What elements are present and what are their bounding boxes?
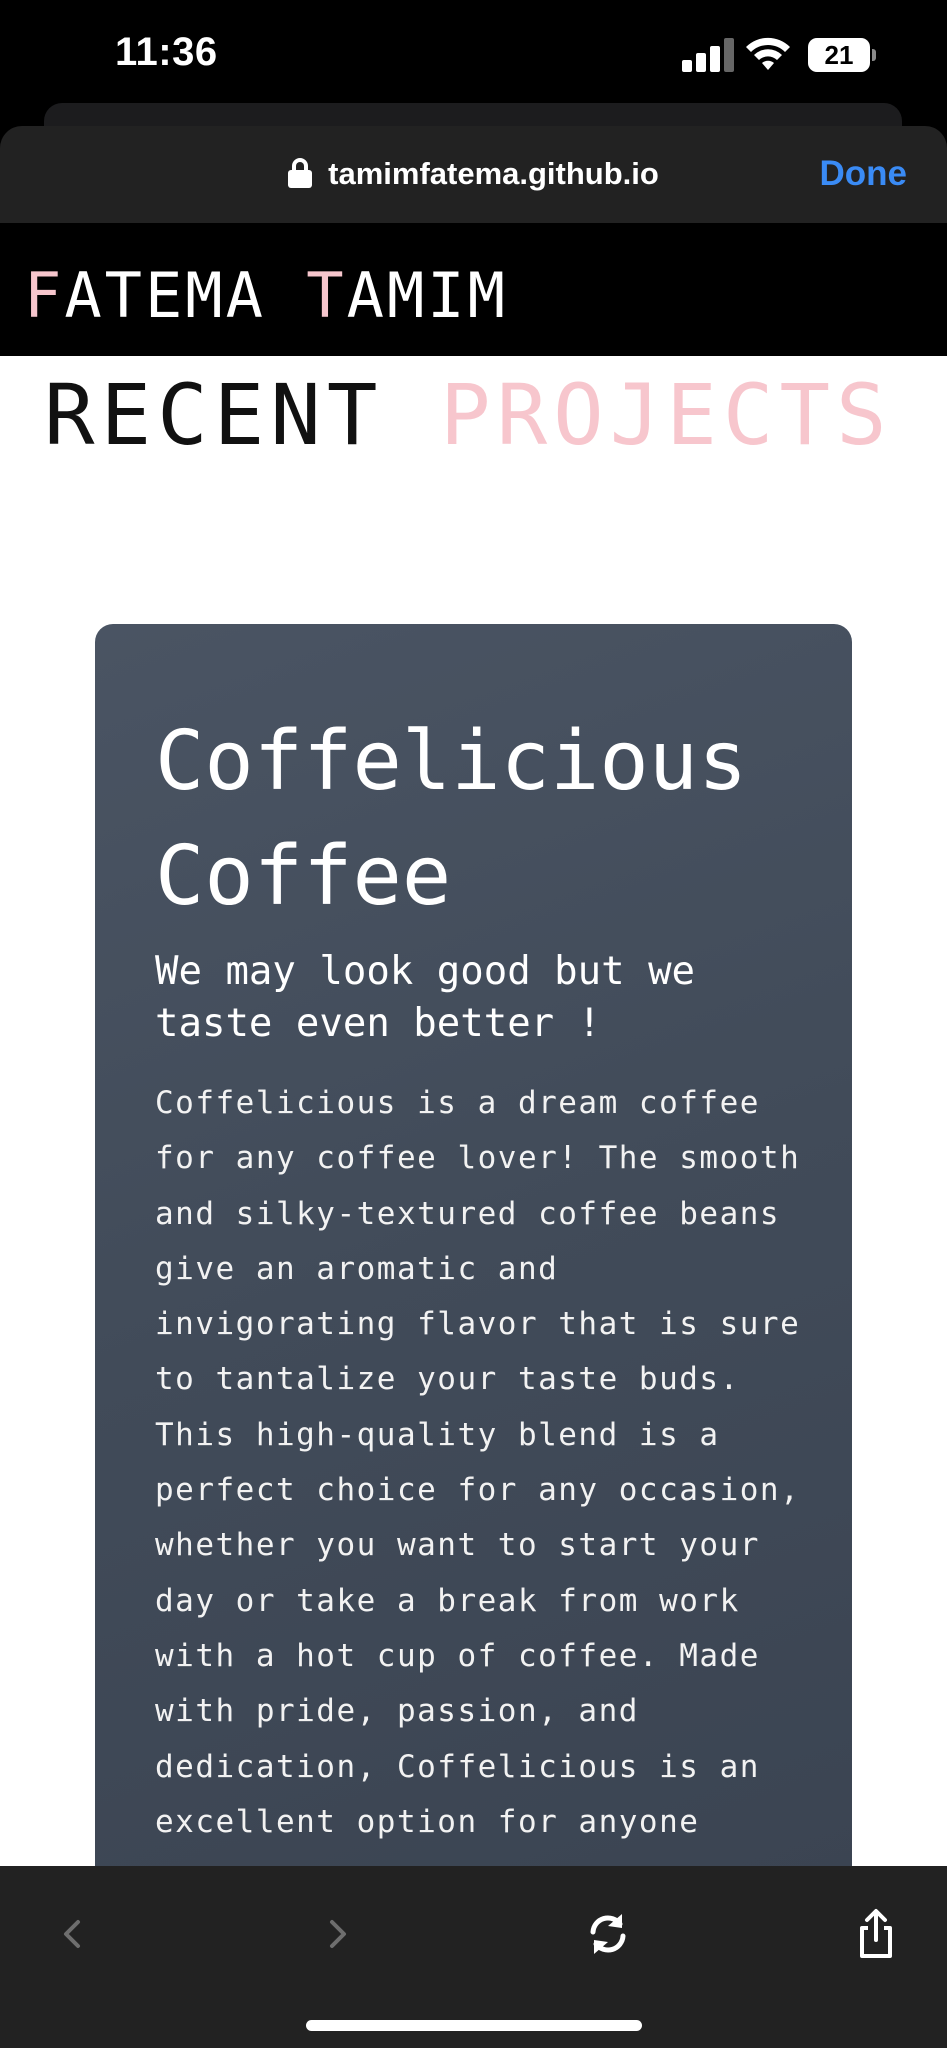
lock-icon bbox=[288, 158, 313, 188]
cellular-signal-icon bbox=[682, 38, 734, 72]
section-title: RECENT PROJECTS bbox=[44, 366, 893, 464]
section-title-word1: RECENT bbox=[44, 366, 384, 464]
done-button[interactable]: Done bbox=[820, 154, 908, 194]
url-display[interactable]: tamimfatema.github.io bbox=[0, 156, 947, 192]
logo-first-name-rest: ATEMA bbox=[64, 259, 266, 332]
wifi-icon bbox=[746, 37, 790, 70]
share-icon[interactable] bbox=[846, 1906, 906, 1962]
project-tagline: We may look good but we taste even bette… bbox=[155, 949, 696, 1046]
home-indicator[interactable] bbox=[306, 2020, 642, 2031]
url-text: tamimfatema.github.io bbox=[328, 156, 659, 191]
battery-icon: 21 bbox=[808, 38, 876, 72]
battery-level: 21 bbox=[824, 40, 854, 70]
status-bar: 11:36 21 bbox=[0, 0, 947, 110]
section-title-word2: PROJECTS bbox=[440, 366, 893, 464]
back-icon[interactable] bbox=[40, 1906, 100, 1962]
project-title: Coffelicious Coffee bbox=[155, 714, 748, 924]
logo-initial-first: F bbox=[24, 259, 65, 332]
browser-toolbar bbox=[0, 1866, 947, 2048]
browser-header: tamimfatema.github.io Done bbox=[0, 126, 947, 223]
site-header: FATEMA TAMIM bbox=[0, 223, 947, 356]
project-description: Coffelicious is a dream coffee for any c… bbox=[155, 1085, 801, 1840]
logo-initial-last: T bbox=[306, 259, 347, 332]
status-time: 11:36 bbox=[115, 30, 218, 74]
reload-icon[interactable] bbox=[578, 1906, 638, 1962]
forward-icon[interactable] bbox=[310, 1906, 370, 1962]
logo-last-name-rest: AMIM bbox=[346, 259, 508, 332]
site-logo[interactable]: FATEMA TAMIM bbox=[24, 259, 508, 332]
project-card[interactable]: Coffelicious Coffee We may look good but… bbox=[95, 624, 852, 1866]
page-content[interactable]: RECENT PROJECTS Coffelicious Coffee We m… bbox=[0, 356, 947, 1866]
